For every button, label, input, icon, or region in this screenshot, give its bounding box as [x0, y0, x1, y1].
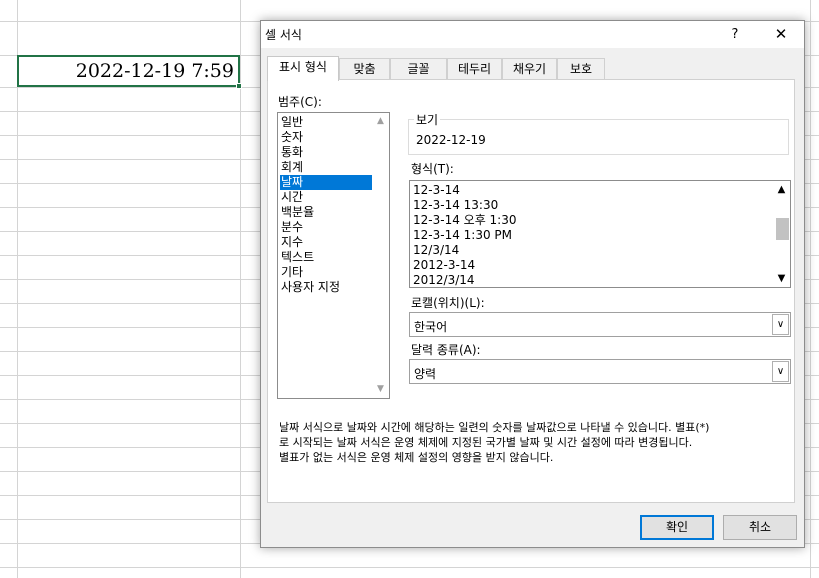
row-gridline [0, 567, 819, 568]
category-item-number[interactable]: 숫자 [280, 130, 379, 145]
locale-label: 로캘(위치)(L): [411, 296, 485, 310]
dialog-titlebar[interactable]: 셀 서식 ? ✕ [261, 21, 804, 48]
scroll-down-icon[interactable]: ▼ [773, 271, 790, 286]
description-line: 로 시작되는 날짜 서식은 운영 체제에 지정된 국가별 날짜 및 시간 설정에… [279, 436, 693, 449]
description-line: 별표가 없는 서식은 운영 체제 설정의 영향을 받지 않습니다. [279, 451, 554, 464]
category-item-special[interactable]: 기타 [280, 265, 379, 280]
category-item-text[interactable]: 텍스트 [280, 250, 379, 265]
tab-border[interactable]: 테두리 [447, 58, 502, 80]
format-type-label: 형식(T): [411, 162, 454, 176]
format-item[interactable]: 12-3-14 [413, 183, 460, 198]
dialog-title: 셀 서식 [265, 28, 302, 42]
category-item-scientific[interactable]: 지수 [280, 235, 379, 250]
category-item-percentage[interactable]: 백분율 [280, 205, 379, 220]
format-scrollbar[interactable]: ▲ ▼ [773, 181, 790, 287]
category-item-fraction[interactable]: 분수 [280, 220, 379, 235]
tab-fill[interactable]: 채우기 [502, 58, 557, 80]
chevron-down-icon[interactable]: ∨ [772, 314, 789, 335]
locale-dropdown[interactable]: 한국어 ∨ [409, 312, 791, 337]
fill-handle[interactable] [236, 83, 242, 89]
calendar-type-dropdown[interactable]: 양력 ∨ [409, 359, 791, 384]
scroll-up-icon[interactable]: ▲ [773, 182, 790, 197]
format-item[interactable]: 12-3-14 오후 1:30 [413, 213, 517, 228]
scroll-down-icon[interactable]: ▼ [372, 382, 389, 397]
category-item-general[interactable]: 일반 [280, 115, 379, 130]
tab-alignment[interactable]: 맞춤 [339, 58, 390, 80]
format-description: 날짜 서식으로 날짜와 시간에 해당하는 일련의 숫자를 날짜값으로 나타낼 수… [279, 420, 789, 465]
category-item-time[interactable]: 시간 [280, 190, 379, 205]
format-item[interactable]: 2012-3-14 [413, 258, 475, 273]
cancel-button[interactable]: 취소 [723, 515, 797, 540]
calendar-type-label: 달력 종류(A): [411, 343, 481, 357]
column-gridline [810, 0, 811, 578]
chevron-down-icon[interactable]: ∨ [772, 361, 789, 382]
preview-value: 2022-12-19 [416, 133, 486, 147]
description-line: 날짜 서식으로 날짜와 시간에 해당하는 일련의 숫자를 날짜값으로 나타낼 수… [279, 421, 710, 434]
locale-value: 한국어 [414, 320, 448, 334]
category-item-date[interactable]: 날짜 [280, 175, 379, 190]
format-item[interactable]: 2012/3/14 [413, 273, 475, 287]
calendar-type-value: 양력 [414, 367, 437, 381]
format-item[interactable]: 12-3-14 1:30 PM [413, 228, 512, 243]
category-item-accounting[interactable]: 회계 [280, 160, 379, 175]
selected-cell[interactable]: 2022-12-19 7:59 [17, 55, 240, 87]
category-item-currency[interactable]: 통화 [280, 145, 379, 160]
help-button[interactable]: ? [723, 21, 747, 48]
format-type-list[interactable]: 12-3-14 12-3-14 13:30 12-3-14 오후 1:30 12… [409, 180, 791, 288]
format-item[interactable]: 12/3/14 [413, 243, 459, 258]
category-scrollbar[interactable]: ▲ ▼ [372, 113, 389, 398]
tab-font[interactable]: 글꼴 [390, 58, 447, 80]
format-cells-dialog: 셀 서식 ? ✕ 표시 형식 맞춤 글꼴 테두리 채우기 보호 범주(C): 일… [260, 20, 805, 548]
tab-number[interactable]: 표시 형식 [267, 56, 339, 81]
category-label: 범주(C): [278, 95, 322, 109]
number-tab-panel: 범주(C): 일반 숫자 통화 회계 날짜 시간 백분율 분수 지수 텍스트 기… [267, 79, 795, 503]
tab-protection[interactable]: 보호 [557, 58, 605, 80]
ok-button[interactable]: 확인 [640, 515, 714, 540]
format-item[interactable]: 12-3-14 13:30 [413, 198, 498, 213]
category-item-custom[interactable]: 사용자 지정 [280, 280, 379, 295]
preview-label: 보기 [414, 111, 441, 128]
category-list[interactable]: 일반 숫자 통화 회계 날짜 시간 백분율 분수 지수 텍스트 기타 사용자 지… [277, 112, 390, 399]
close-button[interactable]: ✕ [766, 21, 796, 48]
scroll-up-icon[interactable]: ▲ [372, 114, 389, 129]
scroll-thumb[interactable] [776, 218, 789, 240]
